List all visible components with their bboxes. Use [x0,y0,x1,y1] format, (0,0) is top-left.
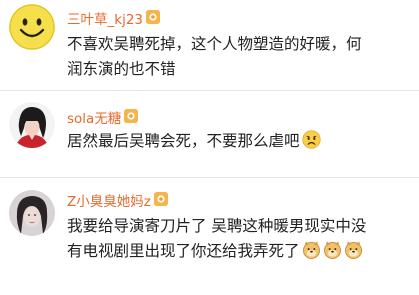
smiley-avatar-icon [9,4,55,50]
username[interactable]: sola无糖 [67,107,121,127]
user-photo-icon [9,102,55,148]
sad-face-icon [301,130,321,149]
vip-badge-icon [153,192,168,206]
username-link[interactable]: Z小臭臭她妈z [67,190,168,210]
user-avatar[interactable] [9,190,55,236]
user-avatar[interactable] [9,4,55,50]
username[interactable]: Z小臭臭她妈z [67,190,151,210]
comment-line: 不喜欢吴聘死掉，这个人物塑造的好暖，何 [67,35,362,53]
username-link[interactable]: 三叶草_kj23 [67,8,160,28]
username[interactable]: 三叶草_kj23 [67,8,143,28]
vip-badge-icon [124,109,139,123]
doge-icon [302,240,321,259]
comment-text: 不喜欢吴聘死掉，这个人物塑造的好暖，何 润东演的也不错 [67,32,412,82]
user-photo-icon [9,190,55,236]
comment-text: 居然最后吴聘会死，不要那么虐吧 [67,129,412,154]
comment-line: 居然最后吴聘会死，不要那么虐吧 [67,132,300,150]
doge-icon [344,240,363,259]
vip-badge-icon [146,10,160,24]
doge-icon [323,240,342,259]
comment-line: 我要给导演寄刀片了 吴聘这种暖男现实中没 [67,217,367,235]
comment-item: sola无糖 居然最后吴聘会死，不要那么虐吧 [0,91,419,177]
user-avatar[interactable] [9,102,55,148]
comment-item: 三叶草_kj23 不喜欢吴聘死掉，这个人物塑造的好暖，何 润东演的也不错 [0,0,419,90]
comment-line: 润东演的也不错 [67,60,176,78]
comment-item: Z小臭臭她妈z 我要给导演寄刀片了 吴聘这种暖男现实中没 有电视剧里出现了你还给… [0,178,419,295]
comment-line: 有电视剧里出现了你还给我弄死了 [67,242,300,260]
comment-text: 我要给导演寄刀片了 吴聘这种暖男现实中没 有电视剧里出现了你还给我弄死了 [67,214,412,264]
username-link[interactable]: sola无糖 [67,107,139,127]
